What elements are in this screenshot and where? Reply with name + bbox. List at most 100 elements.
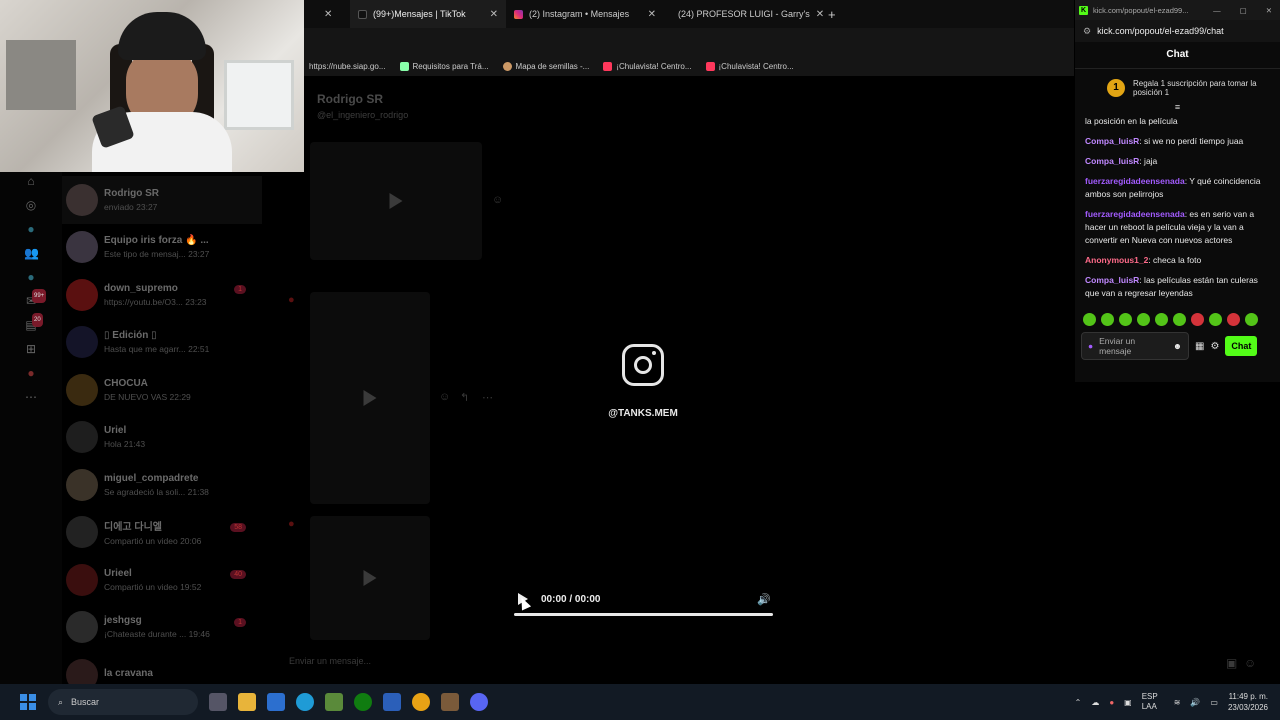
new-tab-button[interactable]: + [820,0,844,28]
profile-avatar-icon[interactable]: ● [24,366,38,380]
tab-hidden[interactable]: ✕ [304,0,350,28]
emoji-icon[interactable]: ☻ [1173,341,1182,351]
site-settings-icon[interactable]: ⚙ [1083,26,1091,37]
tab-tiktok-messages[interactable]: (99+)Mensajes | TikTok ✕ [350,0,506,28]
message-input[interactable]: Enviar un mensaje... [289,656,371,666]
bookmark-item[interactable]: https://nube.siap.go... [309,62,386,71]
conversation-item[interactable]: Uriel Hola 21:43 [62,414,262,462]
volume-icon[interactable]: 🔊 [1190,698,1200,707]
close-icon[interactable]: ✕ [490,9,498,20]
kick-chat-username[interactable]: fuerzaregidadeensenada [1085,209,1185,219]
chat-username[interactable]: @el_ingeniero_rodrigo [317,110,408,120]
more-icon[interactable]: ⋯ [24,390,38,404]
conversation-item[interactable]: Rodrigo SR enviado 23:27 [62,176,262,224]
image-icon[interactable]: ▣ [1226,656,1237,670]
kick-chat-username[interactable]: Compa_luisR [1085,136,1139,146]
inbox-icon[interactable]: ✉ 99+ [24,289,47,308]
wifi-icon[interactable]: ≋ [1174,698,1181,707]
minimize-icon[interactable]: — [1213,6,1221,15]
close-icon[interactable]: ✕ [1266,6,1272,15]
conversation-item[interactable]: miguel_compadrete Se agradeció la soli...… [62,461,262,509]
kick-chat-username[interactable]: fuerzaregidadeensenada [1085,176,1185,186]
close-icon[interactable]: ✕ [324,9,332,20]
edge-icon[interactable] [296,693,314,711]
vpn-icon[interactable]: ▣ [1124,698,1132,707]
react-icon[interactable]: ☺ [492,194,503,206]
conversation-item[interactable]: Equipo iris forza 🔥 ... Este tipo de mens… [62,224,262,272]
kick-chat-username[interactable]: Compa_luisR [1085,156,1139,166]
taskbar-search[interactable]: ⌕ Buscar [48,689,198,715]
following-icon[interactable]: 👥 [24,246,39,260]
kick-message-input[interactable]: ● Enviar un mensaje ☻ [1081,332,1189,360]
conversation-item[interactable]: CHOCUA DE NUEVO VAS 22:29 [62,366,262,414]
video-message[interactable] [310,142,482,260]
conversation-item[interactable]: jeshgsg ¡Chateaste durante ... 19:46 1 [62,604,262,652]
volume-icon[interactable]: 🔊 [757,593,771,606]
chat-title[interactable]: Rodrigo SR [317,92,408,106]
video-message[interactable] [310,292,430,504]
microphone-icon[interactable]: ● [1109,698,1114,707]
conversation-item[interactable]: Urieel Compartió un video 19:52 40 [62,556,262,604]
conversation-item[interactable]: down_supremo https://youtu.be/O3... 23:23… [62,271,262,319]
cloud-icon[interactable]: ☁ [1091,698,1099,707]
more-icon[interactable]: ⋯ [482,391,493,404]
upload-icon[interactable]: ⊞ [24,342,38,356]
file-explorer-icon[interactable] [238,693,256,711]
tab-instagram-messages[interactable]: (2) Instagram • Mensajes ✕ [506,0,664,28]
emote-icon[interactable] [1155,313,1168,326]
kick-chat-username[interactable]: Compa_luisR [1085,275,1139,285]
emote-icon[interactable] [1119,313,1132,326]
reply-icon[interactable]: ↰ [460,391,469,404]
kick-chat-username[interactable]: Anonymous1_2 [1085,255,1148,265]
game-icon[interactable] [441,693,459,711]
emote-icon[interactable] [1191,313,1204,326]
bookmark-item[interactable]: ¡Chulavista! Centro... [603,61,692,71]
close-icon[interactable]: ✕ [648,9,656,20]
video-progress-bar[interactable] [514,613,773,616]
bookmark-item[interactable]: ¡Chulavista! Centro... [705,61,794,71]
gear-icon[interactable]: ⚙ [1210,341,1219,352]
emote-icon[interactable] [1209,313,1222,326]
windows-start-icon[interactable] [20,694,36,710]
address-bar[interactable] [304,28,1074,56]
emote-icon[interactable] [1173,313,1186,326]
home-icon[interactable]: ⌂ [24,174,38,188]
emote-icon[interactable] [1101,313,1114,326]
maximize-icon[interactable]: ▢ [1240,6,1247,15]
messages-icon[interactable]: ▤ 20 [24,313,43,332]
emote-icon[interactable] [1227,313,1240,326]
store-icon[interactable] [267,693,285,711]
emoji-icon[interactable]: ☺ [1244,656,1256,670]
language-indicator[interactable]: ESP LAA [1142,692,1164,712]
store-icon[interactable]: ▦ [1195,341,1204,352]
explore-icon[interactable]: ◎ [24,198,38,212]
tab-youtube[interactable]: (24) PROFESOR LUIGI - Garry's ✕ [664,0,824,28]
gift-sub-banner[interactable]: 1 Regala 1 suscripción para tomar la pos… [1075,69,1280,103]
video-message[interactable] [310,516,430,640]
live-icon[interactable]: ● [24,222,38,236]
bookmark-item[interactable]: Requisitos para Trá... [399,61,489,71]
conversation-item[interactable]: 디에고 다니엘 Compartió un video 20:06 58 [62,509,262,557]
xbox-icon[interactable] [354,693,372,711]
pinned-collapse-icon[interactable]: ≡ [1075,103,1280,112]
chevron-up-icon[interactable]: ⌃ [1075,698,1082,707]
react-icon[interactable]: ☺ [439,391,450,403]
friends-icon[interactable]: ● [24,270,38,284]
conversation-name: 디에고 다니엘 [104,522,162,534]
minecraft-icon[interactable] [325,693,343,711]
emote-icon[interactable] [1083,313,1096,326]
word-icon[interactable] [383,693,401,711]
conversation-item[interactable]: la cravana [62,651,262,684]
kick-url-bar[interactable]: ⚙ kick.com/popout/el-ezad99/chat [1075,20,1280,42]
bookmark-item[interactable]: Mapa de semillas -... [502,61,589,71]
emote-icon[interactable] [1137,313,1150,326]
battery-icon[interactable]: ▭ [1210,698,1218,707]
taskbar-clock[interactable]: 11:49 p. m. 23/03/2026 [1228,691,1268,713]
conversation-item[interactable]: ▯ Edición ▯ Hasta que me agarr... 22:51 [62,319,262,367]
emote-icon[interactable] [1245,313,1258,326]
kick-logo-icon: K [1079,5,1088,15]
send-chat-button[interactable]: Chat [1225,336,1258,356]
chrome-icon[interactable] [412,693,430,711]
task-view-icon[interactable] [209,693,227,711]
discord-icon[interactable] [470,693,488,711]
